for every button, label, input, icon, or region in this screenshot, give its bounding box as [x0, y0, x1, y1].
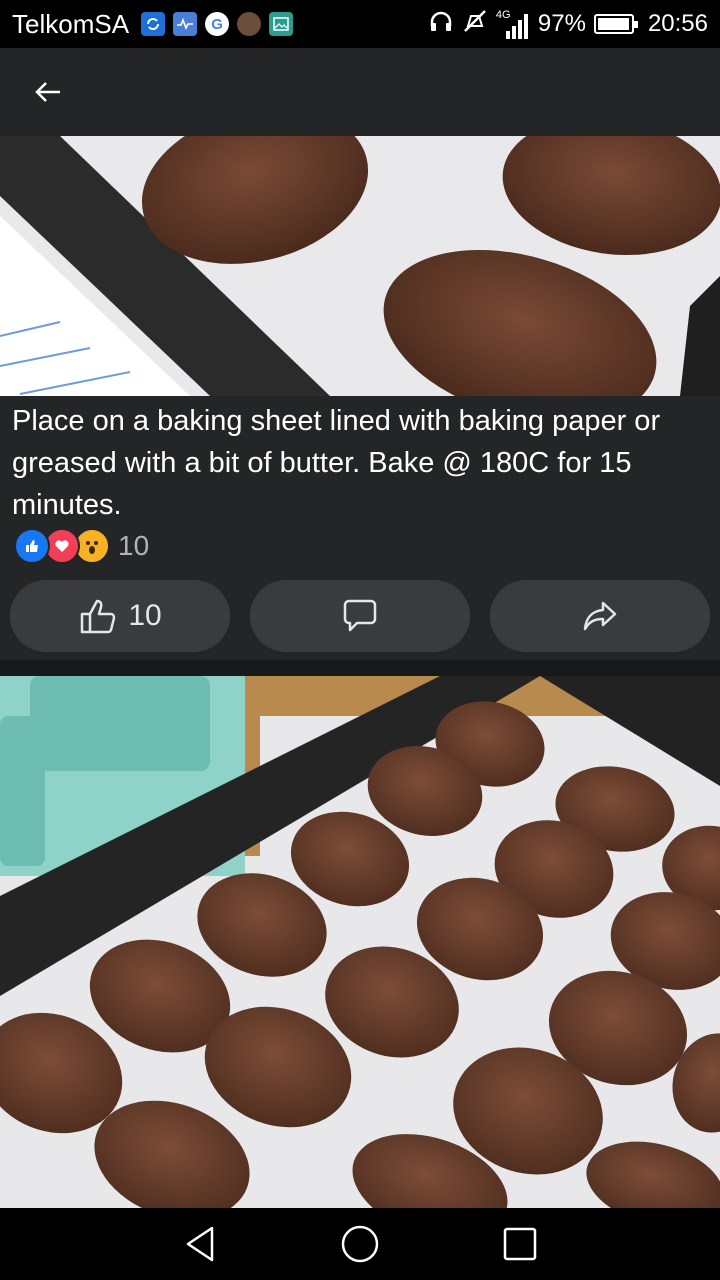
like-count: 10: [128, 599, 162, 632]
health-icon: [173, 12, 198, 36]
back-nav-icon: [186, 1226, 214, 1262]
back-button[interactable]: [24, 70, 72, 114]
mute-icon: [462, 8, 488, 41]
post-card: Place on a baking sheet lined with bakin…: [0, 396, 720, 660]
like-button[interactable]: 10: [10, 580, 230, 652]
status-bar: TelkomSA G 4G 97% 20:56: [0, 0, 720, 48]
nav-back-button[interactable]: [172, 1220, 228, 1268]
post-photo-bottom[interactable]: [0, 676, 720, 1208]
share-button[interactable]: [490, 580, 710, 652]
post-actions: 10: [10, 580, 710, 652]
sync-icon: [141, 12, 166, 36]
google-icon: G: [205, 12, 230, 36]
nav-recents-button[interactable]: [492, 1220, 548, 1268]
reactions-summary[interactable]: 10: [14, 528, 149, 564]
share-icon: [583, 601, 617, 631]
app-bar: [0, 48, 720, 136]
gallery-icon: [269, 12, 294, 36]
reaction-count: 10: [118, 530, 150, 561]
recents-nav-icon: [503, 1227, 537, 1261]
headphones-icon: [428, 8, 454, 41]
system-nav-bar: [0, 1208, 720, 1280]
like-reaction-icon: [14, 528, 50, 564]
system-icons: 4G 97% 20:56: [428, 0, 708, 48]
post-separator: [0, 660, 720, 676]
notification-icons: G: [141, 12, 294, 36]
contact-icon: [237, 12, 262, 36]
battery-icon: [593, 14, 638, 34]
home-nav-icon: [341, 1225, 379, 1263]
comment-button[interactable]: [250, 580, 470, 652]
post-photo-top[interactable]: [0, 136, 720, 396]
back-arrow-icon: [35, 82, 60, 102]
nav-home-button[interactable]: [332, 1220, 388, 1268]
thumbs-up-icon: [81, 599, 116, 634]
signal-icon: 4G: [496, 9, 530, 39]
carrier-name: TelkomSA: [12, 8, 130, 39]
battery-percent: 97%: [537, 10, 586, 37]
clock: 20:56: [647, 10, 708, 37]
post-caption: Place on a baking sheet lined with bakin…: [12, 405, 661, 521]
comment-icon: [343, 599, 377, 632]
battery-level: [597, 18, 629, 30]
network-type: 4G: [495, 9, 511, 21]
